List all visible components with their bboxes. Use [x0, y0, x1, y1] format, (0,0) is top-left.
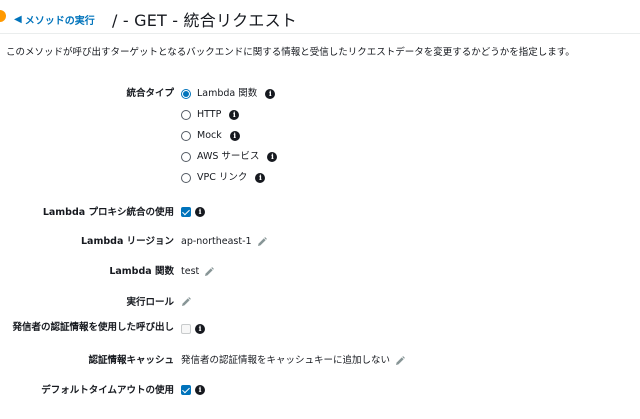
radio-aws-service[interactable] [181, 152, 191, 162]
accent-marker [0, 10, 6, 22]
option-label: VPC リンク [197, 172, 248, 183]
lambda-region-value: ap-northeast-1 [181, 236, 252, 247]
option-label: Mock [197, 130, 222, 141]
lambda-function-value: test [181, 266, 200, 277]
radio-http[interactable] [181, 110, 191, 120]
header-divider [0, 33, 640, 34]
execution-role-label: 実行ロール [126, 297, 174, 308]
integration-option-aws-service[interactable]: AWS サービス i [181, 151, 278, 163]
back-to-method-execution-link[interactable]: ◀ メソッドの実行 [14, 12, 95, 27]
pencil-icon[interactable] [395, 356, 405, 366]
credentials-cache-label: 認証情報キャッシュ [88, 355, 174, 366]
integration-option-vpc-link[interactable]: VPC リンク i [181, 172, 266, 184]
info-icon[interactable]: i [229, 131, 240, 141]
info-icon[interactable]: i [195, 324, 205, 334]
caller-credentials-checkbox[interactable] [181, 324, 191, 334]
lambda-function-label: Lambda 関数 [109, 266, 174, 277]
back-link-label: メソッドの実行 [24, 16, 95, 27]
info-icon[interactable]: i [255, 173, 266, 183]
lambda-proxy-checkbox[interactable] [181, 207, 191, 217]
lambda-region-label: Lambda リージョン [81, 236, 174, 247]
option-label: AWS サービス [197, 151, 260, 162]
lambda-function-control: test [181, 266, 215, 278]
info-icon[interactable]: i [265, 89, 276, 99]
default-timeout-checkbox[interactable] [181, 385, 191, 395]
option-label: HTTP [197, 109, 222, 120]
integration-option-lambda[interactable]: Lambda 関数 i [181, 88, 276, 100]
default-timeout-control: i [181, 385, 205, 395]
integration-option-http[interactable]: HTTP i [181, 109, 240, 121]
caller-credentials-label: 発信者の認証情報を使用した呼び出し [12, 322, 174, 333]
lambda-region-control: ap-northeast-1 [181, 236, 267, 248]
default-timeout-label: デフォルトタイムアウトの使用 [41, 385, 174, 396]
caller-credentials-control: i [181, 324, 205, 334]
credentials-cache-control: 発信者の認証情報をキャッシュキーに追加しない [181, 355, 405, 367]
info-icon[interactable]: i [267, 152, 278, 162]
pencil-icon[interactable] [257, 237, 267, 247]
radio-vpc-link[interactable] [181, 173, 191, 183]
radio-lambda[interactable] [181, 89, 191, 99]
info-icon[interactable]: i [195, 385, 205, 395]
arrow-left-icon: ◀ [14, 14, 22, 25]
integration-option-mock[interactable]: Mock i [181, 130, 240, 142]
execution-role-control [181, 297, 191, 307]
option-label: Lambda 関数 [197, 88, 258, 99]
info-icon[interactable]: i [229, 110, 240, 120]
page-title: / - GET - 統合リクエスト [112, 11, 297, 30]
credentials-cache-value: 発信者の認証情報をキャッシュキーに追加しない [181, 355, 391, 366]
pencil-icon[interactable] [181, 297, 191, 307]
lambda-proxy-label: Lambda プロキシ統合の使用 [42, 207, 174, 218]
lambda-proxy-control: i [181, 207, 205, 217]
pencil-icon[interactable] [204, 267, 215, 277]
radio-mock[interactable] [181, 131, 191, 141]
page-description: このメソッドが呼び出すターゲットとなるバックエンドに関する情報と受信したリクエス… [6, 47, 575, 58]
info-icon[interactable]: i [195, 207, 205, 217]
integration-type-label: 統合タイプ [126, 88, 174, 99]
integration-request-page: ◀ メソッドの実行 / - GET - 統合リクエスト このメソッドが呼び出すタ… [0, 0, 640, 419]
